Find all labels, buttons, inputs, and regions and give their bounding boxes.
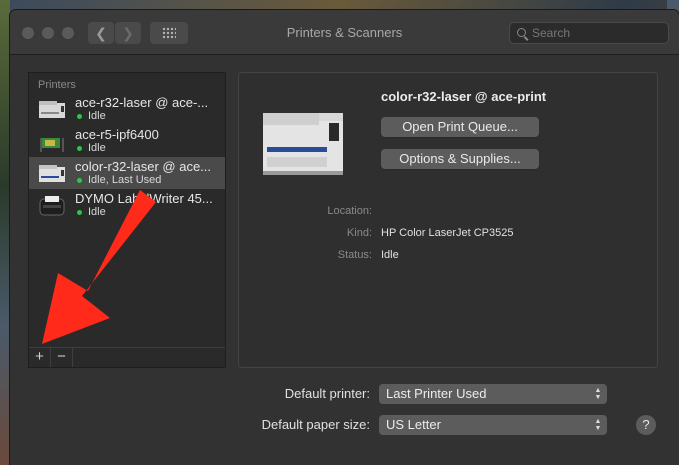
color-laser-printer-icon — [263, 113, 343, 175]
idle-status-dot — [77, 114, 82, 119]
plotter-printer-icon — [38, 132, 66, 152]
add-printer-button[interactable]: + — [29, 348, 51, 367]
selected-printer-name: color-r32-laser @ ace-print — [381, 89, 547, 104]
printer-name: DYMO LabelWriter 45... — [75, 191, 213, 206]
paper-size-value: US Letter — [386, 417, 441, 432]
search-icon — [517, 28, 526, 37]
printer-list-item[interactable]: DYMO LabelWriter 45... Idle — [29, 189, 225, 221]
status-label: Status: — [337, 249, 372, 261]
default-printer-value: Last Printer Used — [386, 386, 487, 401]
printers-header: Printers — [38, 79, 76, 91]
updown-chevron-icon: ▲ ▼ — [594, 418, 602, 432]
idle-status-dot — [77, 210, 82, 215]
location-label: Location: — [327, 205, 372, 217]
printer-list-item[interactable]: ace-r32-laser @ ace-... Idle — [29, 93, 225, 125]
remove-printer-button[interactable]: − — [51, 348, 73, 367]
printer-name: ace-r5-ipf6400 — [75, 127, 159, 142]
default-printer-label: Default printer: — [284, 386, 370, 401]
search-placeholder: Search — [532, 26, 571, 40]
printer-detail-panel: color-r32-laser @ ace-print Open Print Q… — [238, 72, 658, 368]
options-supplies-button[interactable]: Options & Supplies... — [381, 149, 539, 169]
printer-name: ace-r32-laser @ ace-... — [75, 95, 209, 110]
help-button[interactable]: ? — [636, 415, 656, 435]
idle-status-dot — [77, 178, 82, 183]
printers-scanners-window: ❮ ❯ Printers & Scanners Search Printers … — [10, 10, 679, 465]
list-footer: + − — [29, 347, 225, 367]
updown-chevron-icon: ▲ ▼ — [594, 387, 602, 401]
printer-status: Idle — [88, 142, 106, 154]
open-print-queue-button[interactable]: Open Print Queue... — [381, 117, 539, 137]
kind-label: Kind: — [346, 227, 372, 239]
desktop-background-left — [0, 0, 10, 465]
printer-status: Idle — [88, 110, 106, 122]
printer-name: color-r32-laser @ ace... — [75, 159, 212, 174]
kind-value: HP Color LaserJet CP3525 — [381, 227, 514, 239]
laser-printer-icon — [39, 101, 65, 118]
printer-list: Printers ace-r32-laser @ ace-... Idle ac… — [28, 72, 226, 368]
default-printer-select[interactable]: Last Printer Used ▲ ▼ — [379, 384, 607, 404]
label-printer-icon — [39, 196, 65, 216]
printer-list-item[interactable]: ace-r5-ipf6400 Idle — [29, 125, 225, 157]
idle-status-dot — [77, 146, 82, 151]
status-value: Idle — [381, 249, 399, 261]
paper-size-label: Default paper size: — [261, 417, 370, 432]
printer-status: Idle — [88, 206, 106, 218]
printer-status: Idle, Last Used — [88, 174, 162, 186]
printer-list-item-selected[interactable]: color-r32-laser @ ace... Idle, Last Used — [29, 157, 225, 189]
title-bar: ❮ ❯ Printers & Scanners Search — [10, 10, 679, 55]
laser-printer-icon — [39, 165, 65, 182]
search-field[interactable]: Search — [509, 22, 669, 44]
paper-size-select[interactable]: US Letter ▲ ▼ — [379, 415, 607, 435]
